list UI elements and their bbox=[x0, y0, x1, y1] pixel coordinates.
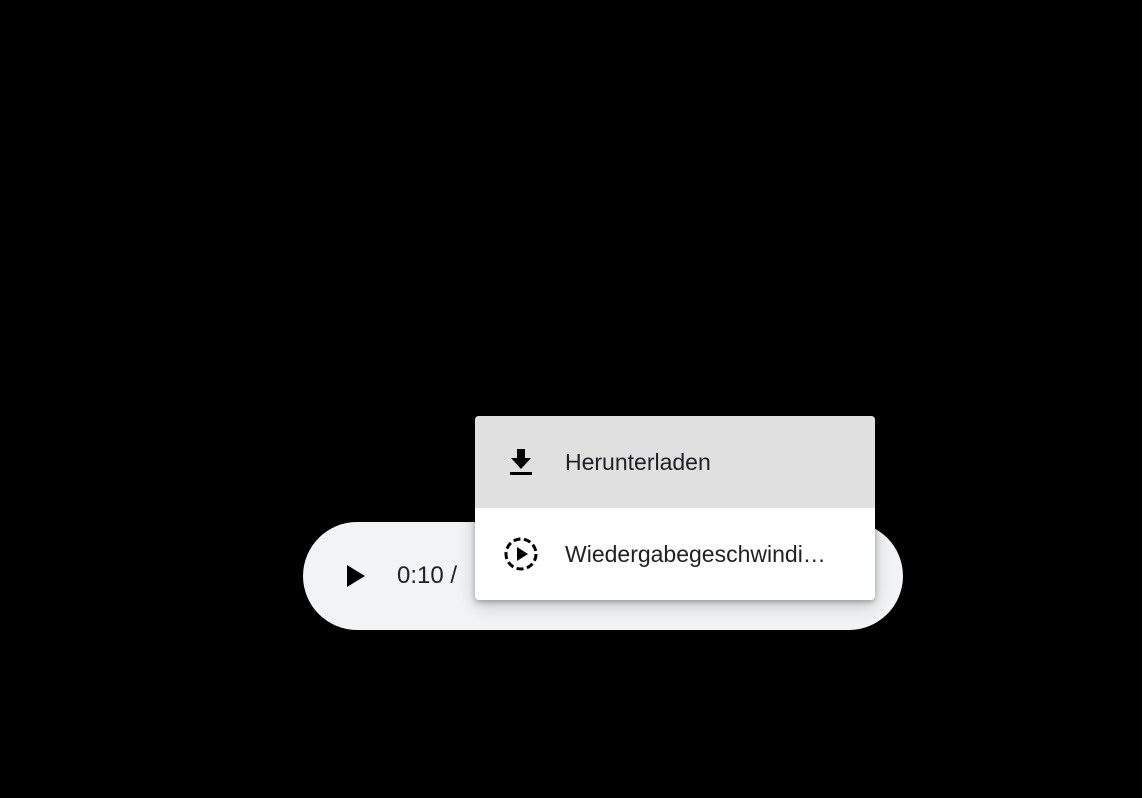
menu-item-label: Herunterladen bbox=[565, 449, 711, 475]
menu-item-download[interactable]: Herunterladen bbox=[475, 416, 875, 508]
play-button[interactable] bbox=[330, 552, 382, 600]
menu-item-label: Wiedergabegeschwindi… bbox=[565, 541, 826, 567]
overflow-menu: Herunterladen Wiedergabegeschwindi… bbox=[475, 416, 875, 600]
video-stage: 0:10 / Herunterladen Wiedergabegeschwind… bbox=[0, 0, 1142, 798]
download-icon bbox=[501, 442, 541, 482]
play-icon bbox=[347, 565, 365, 587]
time-display: 0:10 / bbox=[397, 562, 458, 589]
menu-item-playback-speed[interactable]: Wiedergabegeschwindi… bbox=[475, 508, 875, 600]
playback-speed-icon bbox=[501, 534, 541, 574]
